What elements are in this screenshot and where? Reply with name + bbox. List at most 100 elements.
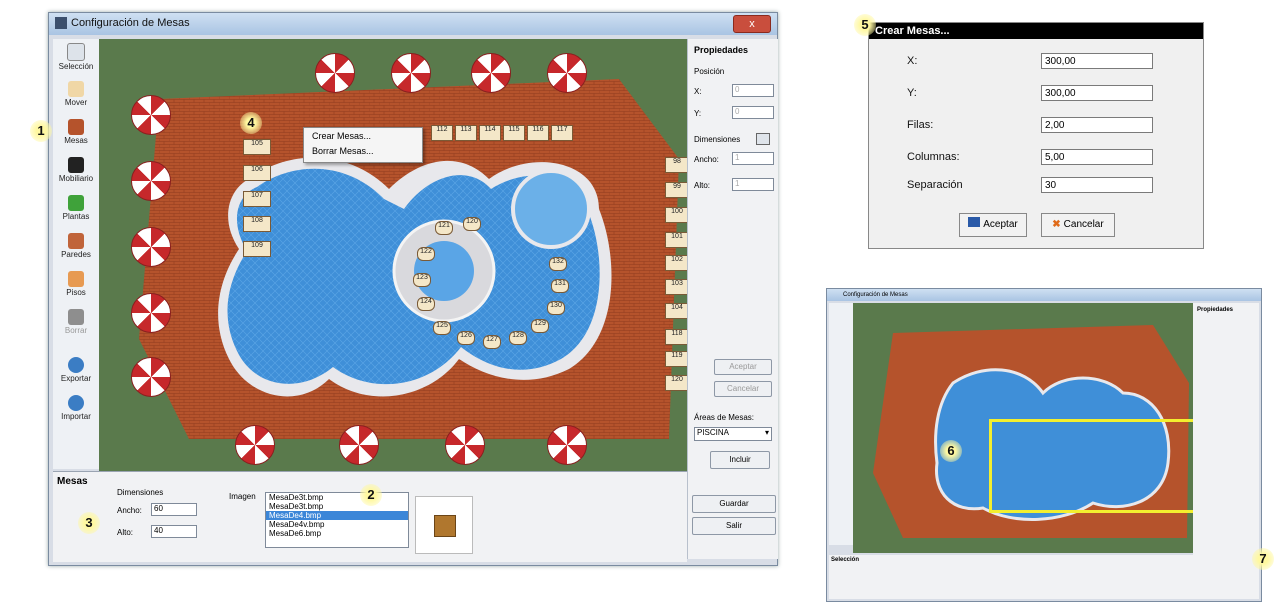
height-field[interactable]: 1 — [732, 178, 774, 191]
bottom-height-field[interactable]: 40 — [151, 525, 197, 538]
tool-plantas[interactable]: Plantas — [53, 193, 99, 229]
table-99[interactable]: 99 — [665, 182, 687, 198]
umbrella-icon[interactable] — [471, 53, 511, 93]
table-120[interactable]: 120 — [665, 375, 687, 391]
table-119[interactable]: 119 — [665, 351, 687, 367]
title-bar: Configuración de Mesas x — [49, 13, 777, 35]
table-118[interactable]: 118 — [665, 329, 687, 345]
table-114[interactable]: 114 — [479, 125, 501, 141]
globe-export-icon — [68, 357, 84, 373]
pool-table[interactable]: 125 — [433, 321, 451, 335]
chair-icon — [68, 157, 84, 173]
pool-table[interactable]: 122 — [417, 247, 435, 261]
table-98[interactable]: 98 — [665, 157, 687, 173]
umbrella-icon[interactable] — [131, 161, 171, 201]
table-116[interactable]: 116 — [527, 125, 549, 141]
umbrella-icon[interactable] — [547, 53, 587, 93]
table-104[interactable]: 104 — [665, 303, 687, 319]
trash-icon — [68, 309, 84, 325]
dialog-columns-field[interactable]: 5,00 — [1041, 149, 1153, 165]
tool-seleccion[interactable]: Selección — [53, 41, 99, 77]
tool-mover[interactable]: Mover — [53, 79, 99, 115]
image-list-item[interactable]: MesaDe4v.bmp — [266, 520, 408, 529]
x-field[interactable]: 0 — [732, 84, 774, 97]
table-103[interactable]: 103 — [665, 279, 687, 295]
bottom-height-label: Alto: — [117, 528, 134, 537]
dialog-accept-label: Aceptar — [983, 219, 1018, 230]
width-field[interactable]: 1 — [732, 152, 774, 165]
y-field[interactable]: 0 — [732, 106, 774, 119]
pool-table[interactable]: 132 — [549, 257, 567, 271]
areas-label: Áreas de Mesas: — [694, 413, 755, 422]
umbrella-icon[interactable] — [131, 357, 171, 397]
pool-table[interactable]: 121 — [435, 221, 453, 235]
table-115[interactable]: 115 — [503, 125, 525, 141]
dialog-columns-label: Columnas: — [907, 151, 960, 163]
wall-icon — [68, 233, 84, 249]
table-117[interactable]: 117 — [551, 125, 573, 141]
pool-table[interactable]: 127 — [483, 335, 501, 349]
thumbnail-canvas — [853, 303, 1205, 553]
table-101[interactable]: 101 — [665, 232, 687, 248]
table-106[interactable]: 106 — [243, 165, 271, 181]
cancel-x-icon: ✖ — [1052, 219, 1061, 230]
table-105[interactable]: 105 — [243, 139, 271, 155]
table-113[interactable]: 113 — [455, 125, 477, 141]
areas-select[interactable]: PISCINA ▾ — [694, 427, 772, 441]
tool-mesas[interactable]: Mesas — [53, 117, 99, 153]
pool-table[interactable]: 128 — [509, 331, 527, 345]
umbrella-icon[interactable] — [339, 425, 379, 465]
dialog-y-field[interactable]: 300,00 — [1041, 85, 1153, 101]
umbrella-icon[interactable] — [547, 425, 587, 465]
umbrella-icon[interactable] — [445, 425, 485, 465]
umbrella-icon[interactable] — [131, 227, 171, 267]
umbrella-icon[interactable] — [131, 95, 171, 135]
dialog-cancel-button[interactable]: ✖ Cancelar — [1041, 213, 1115, 237]
tool-importar[interactable]: Importar — [53, 393, 99, 429]
tool-pisos[interactable]: Pisos — [53, 269, 99, 305]
table-108[interactable]: 108 — [243, 216, 271, 232]
image-list-item-selected[interactable]: MesaDe4.bmp — [266, 511, 408, 520]
umbrella-icon[interactable] — [315, 53, 355, 93]
image-list[interactable]: MesaDe3t.bmp MesaDe3t.bmp MesaDe4.bmp Me… — [265, 492, 409, 548]
image-list-item[interactable]: MesaDe6.bmp — [266, 529, 408, 538]
tool-borrar[interactable]: Borrar — [53, 307, 99, 343]
tool-mobiliario[interactable]: Mobiliario — [53, 155, 99, 191]
image-list-item[interactable]: MesaDe3t.bmp — [266, 502, 408, 511]
tool-label: Importar — [61, 412, 91, 421]
window-title: Configuración de Mesas — [71, 17, 190, 29]
bottom-width-field[interactable]: 60 — [151, 503, 197, 516]
pool-table[interactable]: 126 — [457, 331, 475, 345]
accept-props-button[interactable]: Aceptar — [714, 359, 772, 375]
dimensions-icon[interactable] — [756, 133, 770, 145]
table-112[interactable]: 112 — [431, 125, 453, 141]
pool-table[interactable]: 124 — [417, 297, 435, 311]
table-107[interactable]: 107 — [243, 191, 271, 207]
close-button[interactable]: x — [733, 15, 771, 33]
exit-button[interactable]: Salir — [692, 517, 776, 535]
cancel-props-button[interactable]: Cancelar — [714, 381, 772, 397]
floor-plan-canvas[interactable]: 112 113 114 115 116 117 105 106 107 108 … — [99, 39, 687, 471]
pool-table[interactable]: 131 — [551, 279, 569, 293]
dialog-rows-field[interactable]: 2,00 — [1041, 117, 1153, 133]
menu-item-crear-mesas[interactable]: Crear Mesas... — [304, 128, 422, 144]
menu-item-borrar-mesas[interactable]: Borrar Mesas... — [304, 144, 422, 158]
umbrella-icon[interactable] — [235, 425, 275, 465]
dialog-separation-field[interactable]: 30 — [1041, 177, 1153, 193]
image-list-item[interactable]: MesaDe3t.bmp — [266, 493, 408, 502]
dialog-x-field[interactable]: 300,00 — [1041, 53, 1153, 69]
pool-table[interactable]: 130 — [547, 301, 565, 315]
pool-table[interactable]: 120 — [463, 217, 481, 231]
save-button[interactable]: Guardar — [692, 495, 776, 513]
umbrella-icon[interactable] — [391, 53, 431, 93]
pool-table[interactable]: 123 — [413, 273, 431, 287]
tool-exportar[interactable]: Exportar — [53, 355, 99, 391]
include-button[interactable]: Incluir — [710, 451, 770, 469]
tool-paredes[interactable]: Paredes — [53, 231, 99, 267]
dialog-accept-button[interactable]: Aceptar — [959, 213, 1027, 237]
table-109[interactable]: 109 — [243, 241, 271, 257]
umbrella-icon[interactable] — [131, 293, 171, 333]
table-100[interactable]: 100 — [665, 207, 687, 223]
table-102[interactable]: 102 — [665, 255, 687, 271]
pool-table[interactable]: 129 — [531, 319, 549, 333]
